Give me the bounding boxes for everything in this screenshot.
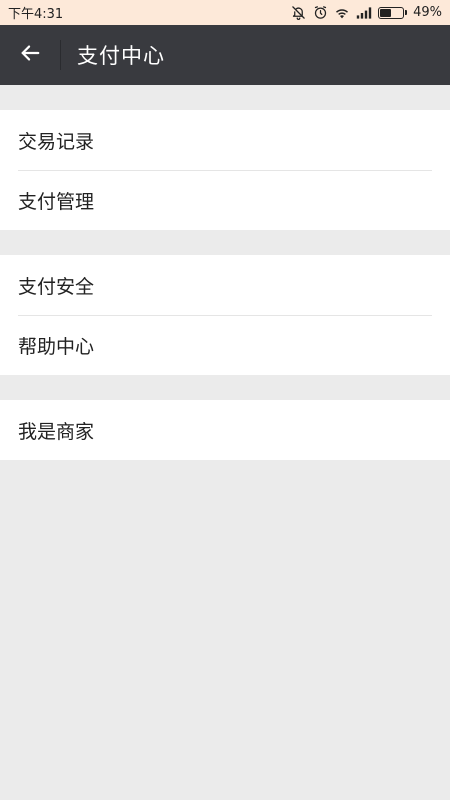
menu-item-label: 我是商家 [18,420,95,443]
menu-item-payment-security[interactable]: 支付安全 [0,255,450,315]
menu-group-2: 支付安全 帮助中心 [0,255,450,375]
status-icons: 49% [290,5,442,21]
signal-icon [356,5,372,21]
bell-muted-icon [290,5,306,21]
app-bar: 支付中心 [0,25,450,85]
alarm-icon [312,5,328,21]
back-button[interactable] [0,25,60,85]
status-time: 下午4:31 [8,7,64,22]
menu-item-merchant[interactable]: 我是商家 [0,400,450,460]
battery-icon [378,6,408,19]
menu-item-payment-management[interactable]: 支付管理 [0,170,450,230]
page-title: 支付中心 [77,44,165,68]
menu-item-label: 帮助中心 [18,335,95,358]
menu-item-help-center[interactable]: 帮助中心 [0,315,450,375]
menu-item-label: 支付安全 [18,275,95,298]
menu-item-label: 交易记录 [18,130,95,153]
menu-group-3: 我是商家 [0,400,450,460]
app-bar-divider [60,40,61,70]
menu-item-label: 支付管理 [18,190,95,213]
menu-group-1: 交易记录 支付管理 [0,110,450,230]
battery-percent: 49% [413,5,442,20]
menu-item-transaction-records[interactable]: 交易记录 [0,110,450,170]
status-bar: 下午4:31 49% [0,0,450,25]
arrow-left-icon [19,42,41,68]
wifi-icon [334,5,350,21]
